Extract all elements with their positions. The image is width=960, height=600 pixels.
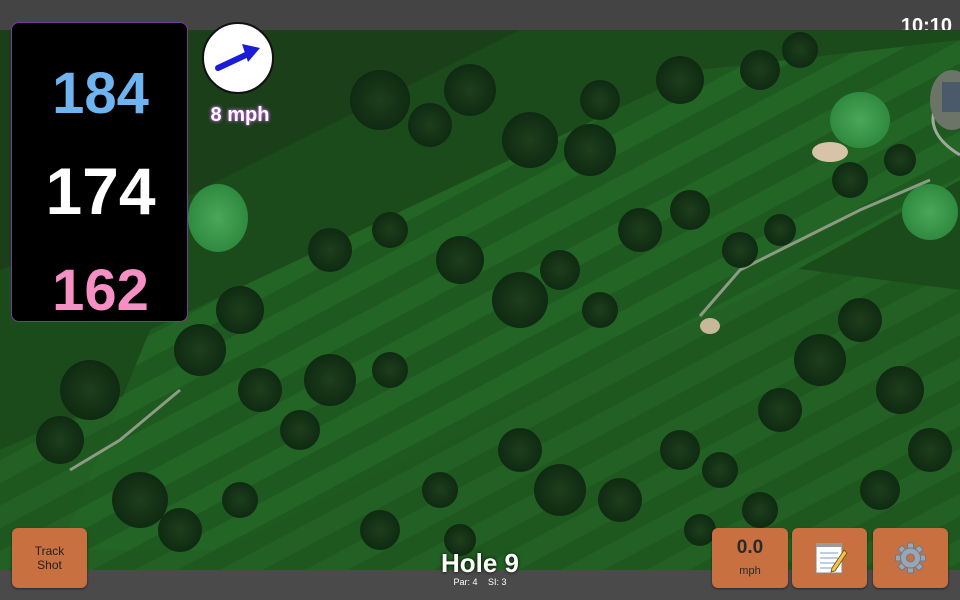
hole-stroke-index: SI: 3 <box>488 577 507 587</box>
wind-direction-arrow-icon <box>215 44 260 71</box>
distance-back: 184 <box>52 61 149 126</box>
speed-button[interactable]: 0.0 mph <box>712 528 788 588</box>
distance-middle: 174 <box>45 154 156 228</box>
track-shot-button[interactable]: Track Shot <box>12 528 87 588</box>
hole-title: Hole 9 <box>440 548 520 578</box>
notepad-icon <box>815 543 848 574</box>
speed-value: 0.0 <box>736 537 764 558</box>
track-shot-label-line1: Track <box>34 544 65 558</box>
speed-unit: mph <box>739 565 761 577</box>
settings-button[interactable] <box>873 528 948 588</box>
distance-front: 162 <box>52 258 149 323</box>
track-shot-label-line2: Shot <box>37 558 62 572</box>
notes-button[interactable] <box>792 528 867 588</box>
hole-par: Par: 4 <box>453 577 478 587</box>
distance-panel: 184 174 162 <box>11 22 188 322</box>
hole-info: Par: 4 SI: 3 <box>380 577 580 587</box>
wind-indicator <box>202 22 274 94</box>
gear-icon <box>895 542 926 574</box>
wind-speed: 8 mph <box>210 104 270 126</box>
